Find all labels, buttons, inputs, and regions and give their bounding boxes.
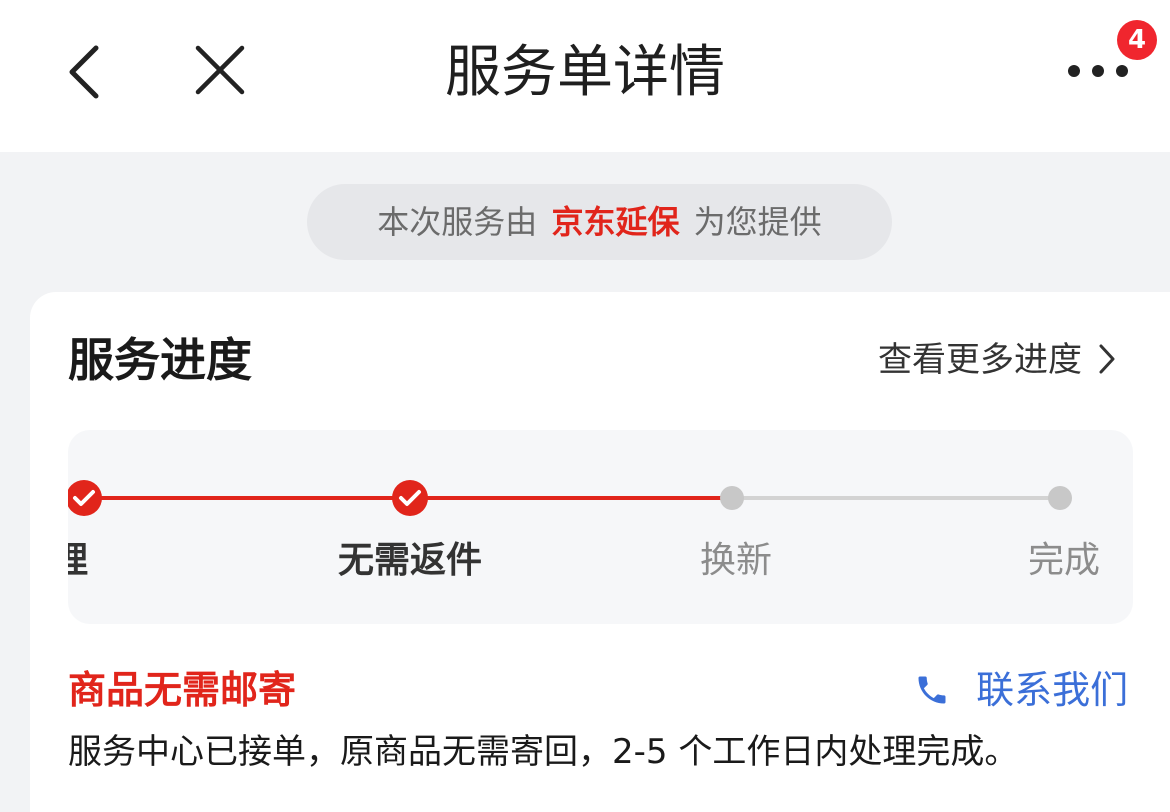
close-button[interactable] (188, 38, 252, 102)
service-provider-banner: 本次服务由 京东延保 为您提供 (307, 184, 892, 260)
step-done-node-2 (392, 480, 428, 516)
progress-stepper: 受理 无需返件 换新 完成 (68, 430, 1133, 624)
step-pending-node-4 (1048, 486, 1072, 510)
service-progress-card: 服务进度 查看更多进度 受理 无需返件 换新 完成 商品无需邮寄 联系 (30, 292, 1170, 812)
step-done-node-1 (68, 480, 102, 516)
status-title: 商品无需邮寄 (68, 668, 297, 712)
step-label-3: 换新 (699, 540, 772, 581)
section-title: 服务进度 (68, 333, 252, 387)
more-dots-icon (1068, 65, 1140, 77)
contact-us-label: 联系我们 (976, 668, 1129, 712)
view-more-progress-label: 查看更多进度 (878, 340, 1082, 380)
step-label-4: 完成 (1027, 540, 1100, 581)
notification-badge: 4 (1117, 20, 1157, 60)
chevron-left-icon (69, 45, 99, 99)
provider-prefix-text: 本次服务由 (377, 203, 538, 241)
chevron-right-icon (1099, 344, 1115, 373)
top-nav-bar: 服务单详情 4 (0, 0, 1170, 152)
contact-us-button[interactable]: 联系我们 (914, 664, 1128, 716)
provider-suffix-text: 为您提供 (693, 203, 822, 241)
check-icon (73, 490, 95, 506)
step-pending-node-3 (720, 486, 744, 510)
progress-track-pending (732, 496, 1060, 500)
check-icon (399, 490, 421, 506)
status-description: 服务中心已接单，原商品无需寄回，2-5 个工作日内处理完成。 (68, 732, 1019, 772)
provider-brand-name: 京东延保 (551, 203, 680, 241)
back-button[interactable] (58, 40, 118, 104)
step-label-2: 无需返件 (337, 540, 482, 581)
close-icon (195, 45, 245, 95)
step-label-1: 受理 (68, 540, 88, 581)
view-more-progress-link[interactable]: 查看更多进度 (878, 337, 1117, 383)
phone-icon (918, 676, 946, 703)
page-title: 服务单详情 (445, 40, 725, 105)
